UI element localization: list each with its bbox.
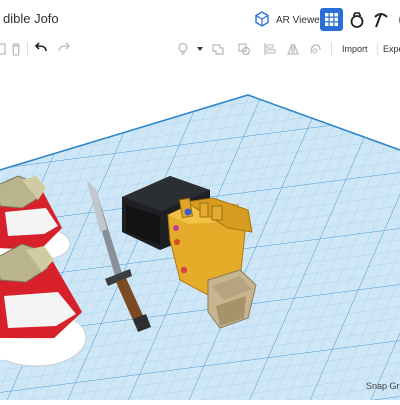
bulb-dropdown-icon[interactable] (192, 41, 208, 57)
workplane-canvas (0, 94, 400, 400)
align-icon[interactable] (262, 41, 278, 57)
import-button[interactable]: Import (342, 41, 368, 57)
design-title[interactable]: dible Jofo (3, 11, 59, 26)
grid-view-icon (325, 13, 338, 26)
undo-icon[interactable] (33, 41, 49, 57)
workplane-viewport[interactable] (0, 60, 400, 400)
toolbar-divider (27, 42, 28, 56)
toolbar-divider (331, 42, 332, 56)
export-button[interactable]: Expo (383, 41, 400, 57)
redo-icon[interactable] (56, 41, 72, 57)
shape-icon[interactable] (210, 41, 226, 57)
pickaxe-icon[interactable] (370, 9, 392, 31)
toolbar-divider (377, 42, 378, 56)
avatar-icon[interactable] (392, 9, 400, 31)
mirror-icon[interactable] (285, 41, 301, 57)
grid-view-button[interactable] (320, 8, 343, 31)
ring-icon[interactable] (346, 9, 368, 31)
top-bar: dible Jofo AR Viewer (0, 0, 400, 39)
group-icon[interactable] (236, 41, 252, 57)
edit-toolbar: Import Expo (0, 38, 400, 61)
title-edit-area[interactable] (205, 8, 247, 30)
flip-icon[interactable] (307, 41, 323, 57)
cube-view-icon (253, 10, 271, 31)
ar-viewer-label: AR Viewer (276, 14, 324, 26)
snap-grid-label[interactable]: Snap Gri (366, 381, 400, 391)
trash-icon[interactable] (8, 41, 24, 57)
ar-viewer-button[interactable]: AR Viewer (253, 9, 323, 31)
bulb-icon[interactable] (175, 41, 191, 57)
